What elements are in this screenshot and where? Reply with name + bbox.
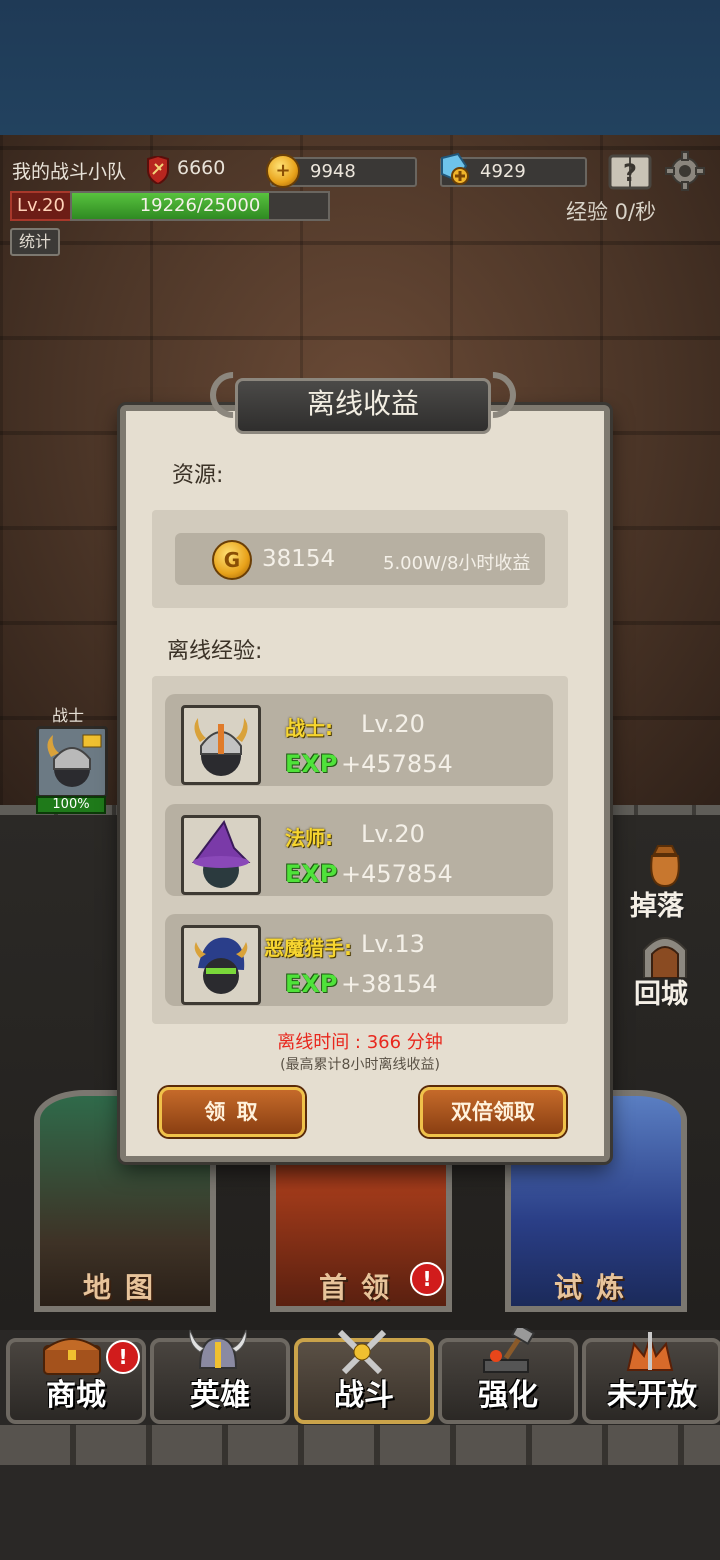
shop-alert-badge: ! bbox=[106, 1340, 140, 1374]
gold-reward-rate: 5.00W/8小时收益 bbox=[383, 553, 531, 574]
nav-heroes-label: 英雄 bbox=[190, 1378, 250, 1413]
exp-progress-bar: 19226/25000 bbox=[70, 191, 330, 221]
offline-note: (最高累计8小时离线收益) bbox=[280, 1057, 440, 1073]
dialog-title-plate: 离线收益 bbox=[235, 378, 491, 434]
offline-exp-label: 离线经验: bbox=[167, 639, 263, 664]
settings-gear-icon[interactable] bbox=[664, 150, 706, 192]
gold-coin-icon: G bbox=[212, 540, 252, 580]
hero-level: Lv.20 bbox=[361, 820, 425, 848]
player-level: Lv.20 bbox=[17, 195, 65, 216]
nav-heroes[interactable]: 英雄 bbox=[150, 1329, 290, 1424]
claim-button[interactable]: 领 取 bbox=[159, 1087, 305, 1137]
exp-tag: EXP bbox=[285, 860, 338, 888]
nav-locked-label: 未开放 bbox=[607, 1378, 697, 1413]
exp-tag: EXP bbox=[285, 970, 338, 998]
resources-label: 资源: bbox=[172, 463, 224, 488]
gem-add-icon[interactable] bbox=[436, 152, 470, 186]
nav-locked[interactable]: 未开放 bbox=[582, 1332, 720, 1424]
drops-label[interactable]: 掉落 bbox=[630, 884, 684, 923]
svg-text:?: ? bbox=[623, 159, 637, 187]
nav-upgrade[interactable]: 强化 bbox=[438, 1328, 578, 1424]
unit-name: 战士 bbox=[52, 706, 85, 725]
mage-portrait bbox=[181, 815, 261, 895]
exp-tag: EXP bbox=[285, 750, 338, 778]
dialog-title: 离线收益 bbox=[306, 387, 419, 420]
hero-name: 恶魔猎手: bbox=[264, 936, 352, 960]
warrior-unit-portrait[interactable] bbox=[36, 726, 108, 798]
power-shield-icon bbox=[146, 154, 170, 186]
bottom-base bbox=[0, 1465, 720, 1560]
bottom-stone-strip bbox=[0, 1425, 720, 1465]
hero-exp-gain: +457854 bbox=[341, 750, 453, 778]
warrior-portrait bbox=[181, 705, 261, 785]
boss-alert-badge: ! bbox=[410, 1262, 444, 1296]
stage-label-map: 地图 bbox=[82, 1271, 167, 1304]
exp-rate: 经验 0/秒 bbox=[566, 200, 657, 224]
exp-progress-text: 19226/25000 bbox=[139, 195, 261, 216]
hero-level: Lv.20 bbox=[361, 710, 425, 738]
sky-background bbox=[0, 0, 720, 135]
hero-level: Lv.13 bbox=[361, 930, 425, 958]
unit-hp-bar: 100% bbox=[36, 796, 106, 814]
hero-name: 法师: bbox=[285, 826, 333, 850]
horned-helmet-icon bbox=[189, 1329, 247, 1369]
nav-battle[interactable]: 战斗 bbox=[294, 1329, 434, 1424]
nav-shop-label: 商城 bbox=[46, 1378, 106, 1413]
nav-upgrade-label: 强化 bbox=[478, 1378, 538, 1413]
hero-exp-gain: +457854 bbox=[341, 860, 453, 888]
nav-battle-label: 战斗 bbox=[334, 1378, 394, 1413]
return-city-label[interactable]: 回城 bbox=[634, 972, 688, 1011]
gold-reward-amount: 38154 bbox=[262, 546, 336, 572]
demon-hunter-portrait bbox=[181, 925, 261, 1005]
stats-button[interactable]: 统计 bbox=[10, 228, 60, 256]
offline-time: 离线时间 : 366 分钟 bbox=[277, 1032, 443, 1053]
player-level-badge: Lv.20 bbox=[10, 191, 72, 221]
double-claim-button-label: 双倍领取 bbox=[451, 1100, 535, 1124]
loot-bag-icon[interactable] bbox=[640, 842, 690, 888]
team-name: 我的战斗小队 bbox=[12, 161, 127, 183]
stage-label-trial: 试炼 bbox=[553, 1271, 638, 1304]
power-value: 6660 bbox=[177, 157, 226, 179]
help-book-icon[interactable]: ? bbox=[608, 150, 652, 190]
double-claim-button[interactable]: 双倍领取 bbox=[420, 1087, 566, 1137]
claim-button-label: 领 取 bbox=[204, 1100, 260, 1124]
gold-coin-add-icon[interactable]: + bbox=[266, 154, 300, 188]
hero-name: 战士: bbox=[285, 716, 333, 740]
hero-exp-gain: +38154 bbox=[341, 970, 438, 998]
